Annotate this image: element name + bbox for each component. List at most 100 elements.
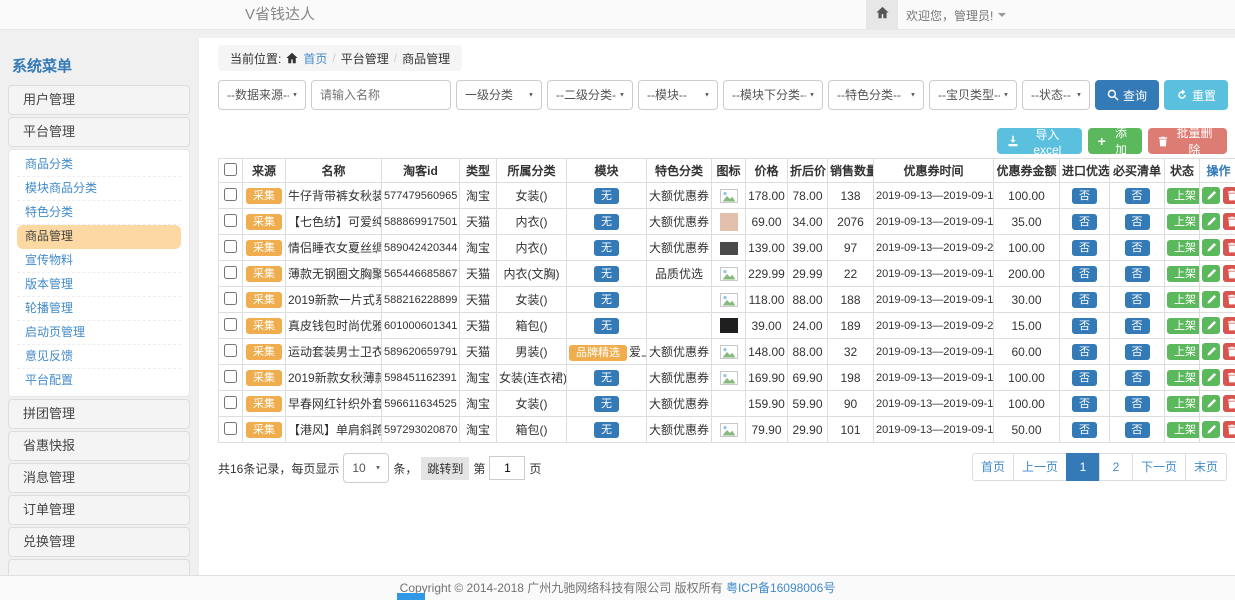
- import-select-button[interactable]: 否: [1072, 370, 1097, 386]
- import-select-button[interactable]: 否: [1072, 344, 1097, 360]
- filter-select[interactable]: --数据来源--: [218, 80, 306, 110]
- row-checkbox[interactable]: [224, 370, 237, 383]
- sidebar-subitem[interactable]: 版本管理: [17, 273, 181, 297]
- filter-select[interactable]: --模块下分类--: [723, 80, 823, 110]
- row-checkbox[interactable]: [224, 344, 237, 357]
- import-excel-button[interactable]: 导入excel: [997, 128, 1082, 154]
- sidebar-subitem[interactable]: 特色分类: [17, 201, 181, 225]
- must-buy-button[interactable]: 否: [1125, 396, 1150, 412]
- status-button[interactable]: 上架: [1167, 266, 1200, 282]
- sidebar-group-item[interactable]: 订单管理: [8, 495, 190, 525]
- delete-button[interactable]: [1223, 343, 1235, 360]
- status-button[interactable]: 上架: [1167, 396, 1200, 412]
- sidebar-subitem[interactable]: 商品管理: [17, 225, 181, 249]
- row-checkbox[interactable]: [224, 318, 237, 331]
- sidebar-group-item[interactable]: 平台管理: [8, 117, 190, 147]
- import-select-button[interactable]: 否: [1072, 318, 1097, 334]
- breadcrumb-home-link[interactable]: 首页: [303, 50, 327, 67]
- sidebar-group-item[interactable]: 兑换管理: [8, 527, 190, 557]
- delete-button[interactable]: [1223, 213, 1235, 230]
- sidebar-subitem[interactable]: 启动页管理: [17, 321, 181, 345]
- filter-select[interactable]: --特色分类--: [828, 80, 924, 110]
- import-select-button[interactable]: 否: [1072, 422, 1097, 438]
- must-buy-button[interactable]: 否: [1125, 240, 1150, 256]
- edit-button[interactable]: [1202, 265, 1220, 282]
- status-button[interactable]: 上架: [1167, 214, 1200, 230]
- icp-link[interactable]: 粤ICP备16098006号: [726, 581, 835, 595]
- import-select-button[interactable]: 否: [1072, 214, 1097, 230]
- jump-button[interactable]: 跳转到: [421, 457, 469, 480]
- sidebar-subitem[interactable]: 轮播管理: [17, 297, 181, 321]
- sidebar-group-item[interactable]: 消息管理: [8, 463, 190, 493]
- page-jump-input[interactable]: [489, 456, 525, 480]
- filter-select[interactable]: 一级分类: [456, 80, 542, 110]
- status-button[interactable]: 上架: [1167, 240, 1200, 256]
- per-page-select[interactable]: 10: [343, 453, 389, 483]
- pager-button[interactable]: 上一页: [1013, 453, 1067, 481]
- user-menu[interactable]: 欢迎您，管理员!: [906, 0, 1006, 30]
- sidebar-subitem[interactable]: 意见反馈: [17, 345, 181, 369]
- must-buy-button[interactable]: 否: [1125, 370, 1150, 386]
- delete-button[interactable]: [1223, 291, 1235, 308]
- must-buy-button[interactable]: 否: [1125, 318, 1150, 334]
- delete-button[interactable]: [1223, 187, 1235, 204]
- add-button[interactable]: + 添加: [1088, 128, 1142, 154]
- delete-button[interactable]: [1223, 239, 1235, 256]
- status-button[interactable]: 上架: [1167, 370, 1200, 386]
- must-buy-button[interactable]: 否: [1125, 422, 1150, 438]
- batch-delete-button[interactable]: 批量删除: [1148, 128, 1227, 154]
- sidebar-subitem[interactable]: 平台配置: [17, 369, 181, 393]
- status-button[interactable]: 上架: [1167, 318, 1200, 334]
- import-select-button[interactable]: 否: [1072, 266, 1097, 282]
- edit-button[interactable]: [1202, 421, 1220, 438]
- edit-button[interactable]: [1202, 291, 1220, 308]
- delete-button[interactable]: [1223, 369, 1235, 386]
- pager-button[interactable]: 1: [1066, 453, 1100, 481]
- import-select-button[interactable]: 否: [1072, 396, 1097, 412]
- edit-button[interactable]: [1202, 395, 1220, 412]
- must-buy-button[interactable]: 否: [1125, 214, 1150, 230]
- delete-button[interactable]: [1223, 317, 1235, 334]
- status-button[interactable]: 上架: [1167, 292, 1200, 308]
- edit-button[interactable]: [1202, 239, 1220, 256]
- import-select-button[interactable]: 否: [1072, 240, 1097, 256]
- import-select-button[interactable]: 否: [1072, 188, 1097, 204]
- status-button[interactable]: 上架: [1167, 188, 1200, 204]
- delete-button[interactable]: [1223, 421, 1235, 438]
- filter-select[interactable]: --二级分类--: [547, 80, 633, 110]
- must-buy-button[interactable]: 否: [1125, 292, 1150, 308]
- pager-button[interactable]: 下一页: [1132, 453, 1186, 481]
- row-checkbox[interactable]: [224, 266, 237, 279]
- name-search-input[interactable]: [311, 80, 451, 110]
- sidebar-group-item[interactable]: 用户管理: [8, 85, 190, 115]
- sidebar-subitem[interactable]: 宣传物料: [17, 249, 181, 273]
- row-checkbox[interactable]: [224, 422, 237, 435]
- must-buy-button[interactable]: 否: [1125, 266, 1150, 282]
- status-button[interactable]: 上架: [1167, 344, 1200, 360]
- home-button[interactable]: [866, 0, 898, 30]
- filter-select[interactable]: --宝贝类型--: [929, 80, 1017, 110]
- import-select-button[interactable]: 否: [1072, 292, 1097, 308]
- row-checkbox[interactable]: [224, 396, 237, 409]
- filter-select[interactable]: --状态--: [1022, 80, 1090, 110]
- pager-button[interactable]: 末页: [1185, 453, 1227, 481]
- sidebar-subitem[interactable]: 模块商品分类: [17, 177, 181, 201]
- sidebar-group-item[interactable]: 拼团管理: [8, 399, 190, 429]
- row-checkbox[interactable]: [224, 240, 237, 253]
- select-all-checkbox[interactable]: [224, 163, 237, 176]
- pager-button[interactable]: 首页: [972, 453, 1014, 481]
- delete-button[interactable]: [1223, 395, 1235, 412]
- status-button[interactable]: 上架: [1167, 422, 1200, 438]
- row-checkbox[interactable]: [224, 214, 237, 227]
- must-buy-button[interactable]: 否: [1125, 344, 1150, 360]
- edit-button[interactable]: [1202, 187, 1220, 204]
- reset-button[interactable]: 重置: [1164, 80, 1228, 110]
- edit-button[interactable]: [1202, 343, 1220, 360]
- pager-button[interactable]: 2: [1099, 453, 1133, 481]
- filter-select[interactable]: --模块--: [638, 80, 718, 110]
- sidebar-subitem[interactable]: 商品分类: [17, 153, 181, 177]
- edit-button[interactable]: [1202, 317, 1220, 334]
- row-checkbox[interactable]: [224, 292, 237, 305]
- search-button[interactable]: 查询: [1095, 80, 1159, 110]
- edit-button[interactable]: [1202, 213, 1220, 230]
